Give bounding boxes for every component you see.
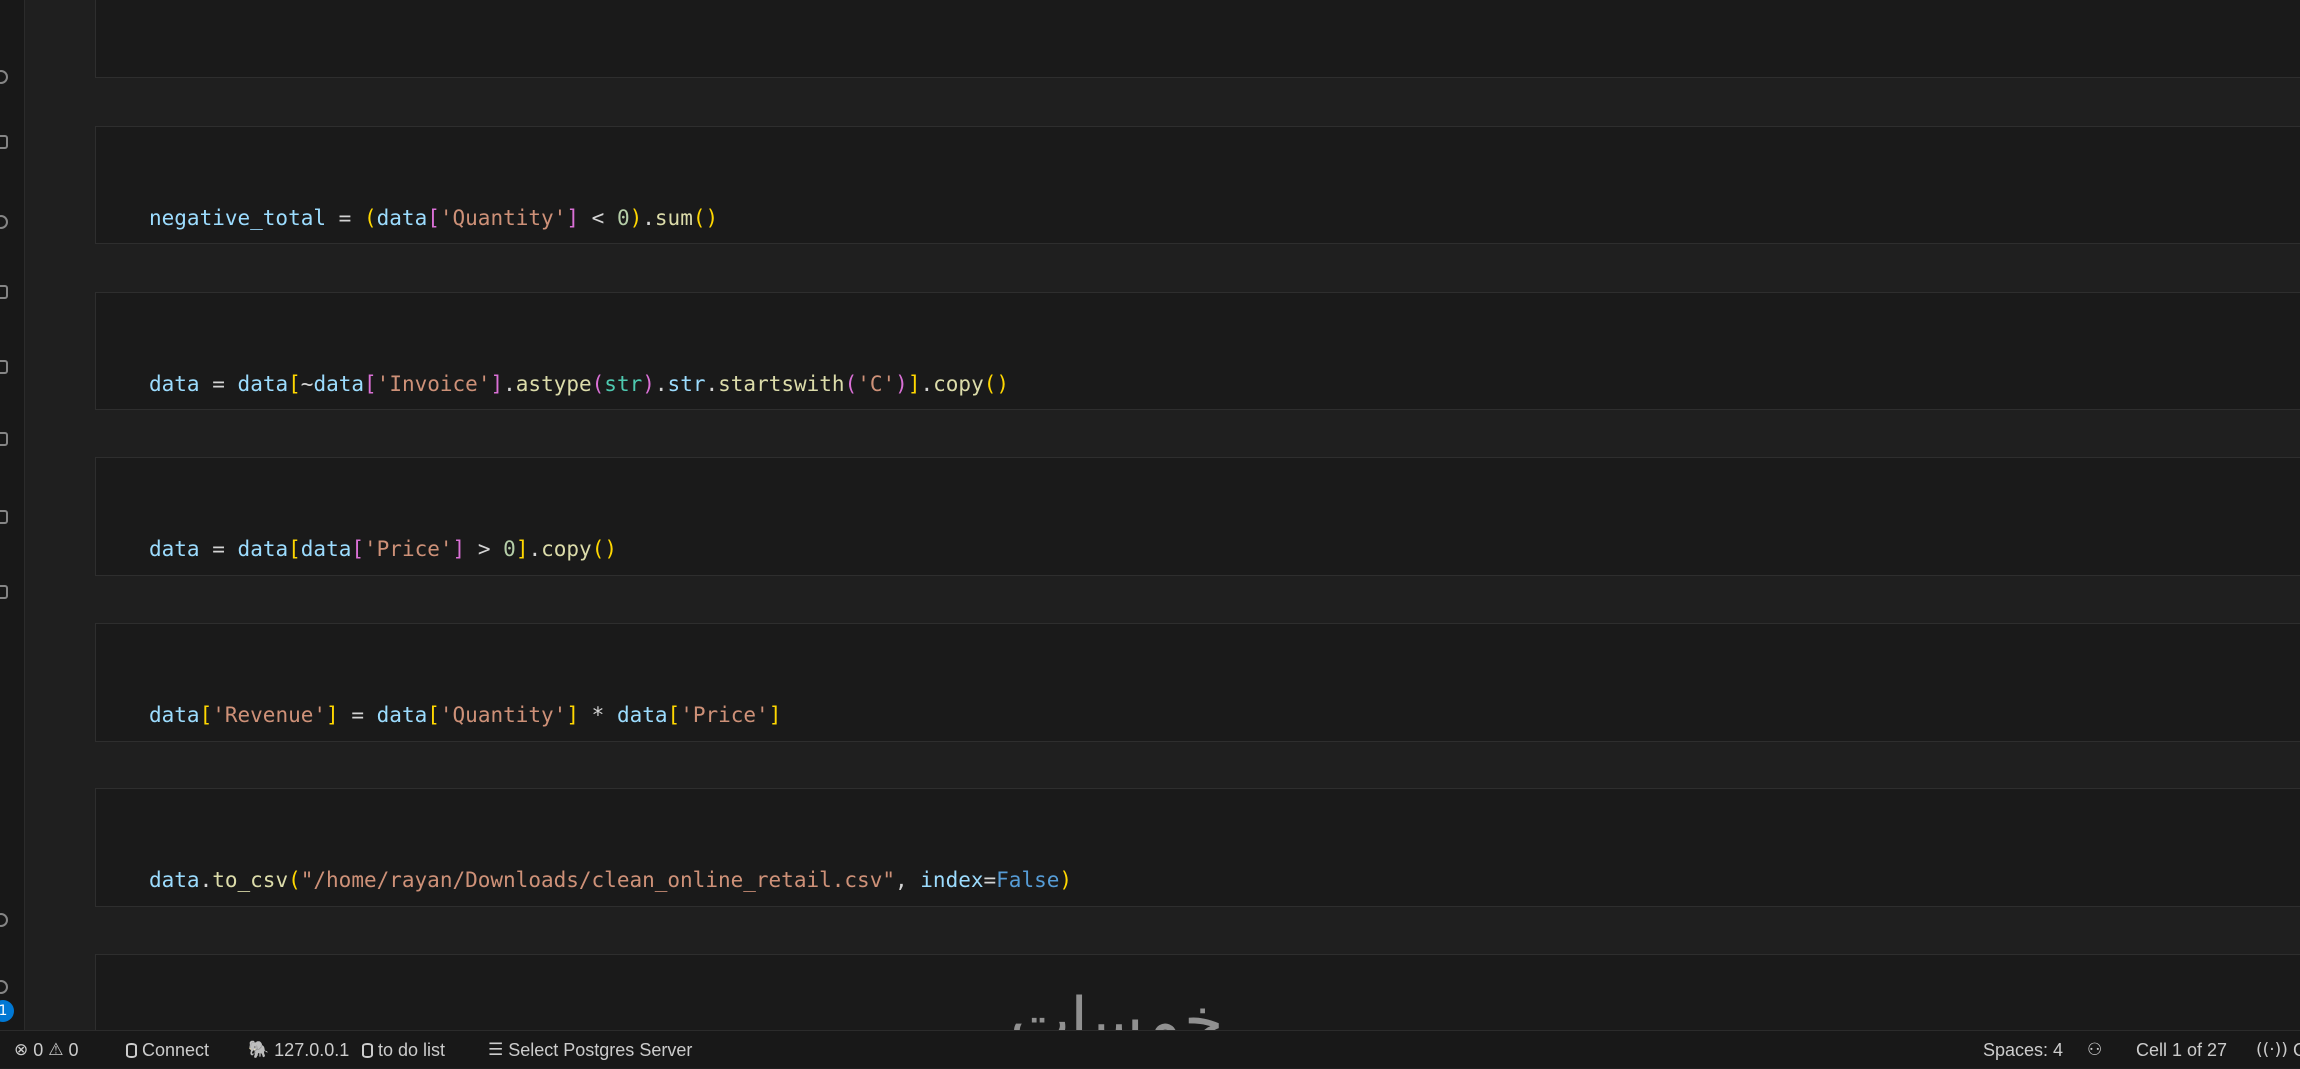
todo-label: to do list (378, 1040, 446, 1060)
list-icon: ☰ (488, 1040, 504, 1060)
cell-code[interactable]: sales=pd.read_csv("/home/rayan/Downloads… (149, 971, 984, 1030)
host-button[interactable]: 🐘 127.0.0.1 (248, 1031, 349, 1069)
notebook-editor[interactable]: negative_total = (data['Quantity'] < 0).… (95, 0, 2300, 1030)
host-label: 127.0.0.1 (274, 1040, 350, 1060)
broadcast-icon: ((·)) (2256, 1040, 2288, 1060)
docker-icon[interactable] (0, 360, 8, 374)
problems-indicator[interactable]: ⊗ 0 ⚠ 0 (14, 1031, 79, 1069)
database-icon (362, 1042, 373, 1058)
activity-bar: 1 (0, 0, 25, 1030)
code-line: data = data[data['Price'] > 0].copy() (149, 537, 617, 561)
code-cell[interactable]: data = data[data['Price'] > 0].copy() (95, 457, 2300, 576)
code-line: data = data[~data['Invoice'].astype(str)… (149, 372, 1010, 396)
database-icon (126, 1042, 137, 1058)
cell-code[interactable]: data.to_csv("/home/rayan/Downloads/clean… (149, 805, 1072, 955)
notebook-icon[interactable] (0, 510, 8, 524)
cell-code[interactable]: data = data[~data['Invoice'].astype(str)… (149, 309, 1009, 459)
postgres-elephant-icon: 🐘 (248, 1040, 270, 1060)
flask-icon[interactable] (0, 432, 8, 446)
broadcast-button[interactable]: ((·)) G (2256, 1031, 2300, 1069)
settings-gear-icon[interactable] (0, 980, 8, 994)
account-icon[interactable] (0, 913, 8, 927)
copilot-icon: ⚇ (2087, 1040, 2103, 1060)
code-cell[interactable]: data.to_csv("/home/rayan/Downloads/clean… (95, 788, 2300, 907)
indentation-button[interactable]: Spaces: 4 (1983, 1031, 2063, 1069)
code-line: negative_total = (data['Quantity'] < 0).… (149, 206, 719, 230)
warning-icon: ⚠ (48, 1040, 64, 1060)
remote-explorer-icon[interactable] (0, 70, 8, 84)
todo-list-button[interactable]: to do list (362, 1031, 445, 1069)
cloud-icon[interactable] (0, 585, 8, 599)
cell-code[interactable]: data['Revenue'] = data['Quantity'] * dat… (149, 640, 781, 790)
testing-icon[interactable] (0, 215, 8, 229)
error-icon: ⊗ (14, 1040, 29, 1060)
postgres-label: Select Postgres Server (508, 1040, 693, 1060)
connect-label: Connect (142, 1040, 210, 1060)
cell-code[interactable]: data = data[data['Price'] > 0].copy() (149, 474, 617, 624)
copilot-button[interactable]: ⚇ (2087, 1031, 2102, 1069)
extensions-icon[interactable] (0, 135, 8, 149)
warning-count: 0 (68, 1040, 79, 1060)
select-postgres-server-button[interactable]: ☰ Select Postgres Server (488, 1031, 692, 1069)
connect-button[interactable]: Connect (126, 1031, 209, 1069)
code-cell[interactable]: negative_total = (data['Quantity'] < 0).… (95, 126, 2300, 320)
editor-gutter (25, 0, 95, 1030)
truncated-label: G (2292, 1040, 2300, 1060)
code-cell[interactable]: data['Revenue'] = data['Quantity'] * dat… (95, 623, 2300, 742)
status-bar: ⊗ 0 ⚠ 0 Connect 🐘 127.0.0.1 to do list ☰… (0, 1030, 2300, 1068)
database-icon[interactable] (0, 285, 8, 299)
code-cell[interactable]: data = data[~data['Invoice'].astype(str)… (95, 292, 2300, 410)
spaces-label: Spaces: 4 (1983, 1040, 2064, 1060)
cell-position-button[interactable]: Cell 1 of 27 (2136, 1031, 2227, 1069)
code-line: data.to_csv("/home/rayan/Downloads/clean… (149, 868, 1073, 892)
code-cell[interactable] (95, 0, 2300, 78)
code-line: data['Revenue'] = data['Quantity'] * dat… (149, 703, 782, 727)
notification-badge: 1 (0, 1000, 14, 1022)
error-count: 0 (33, 1040, 44, 1060)
cell-position-label: Cell 1 of 27 (2136, 1040, 2228, 1060)
